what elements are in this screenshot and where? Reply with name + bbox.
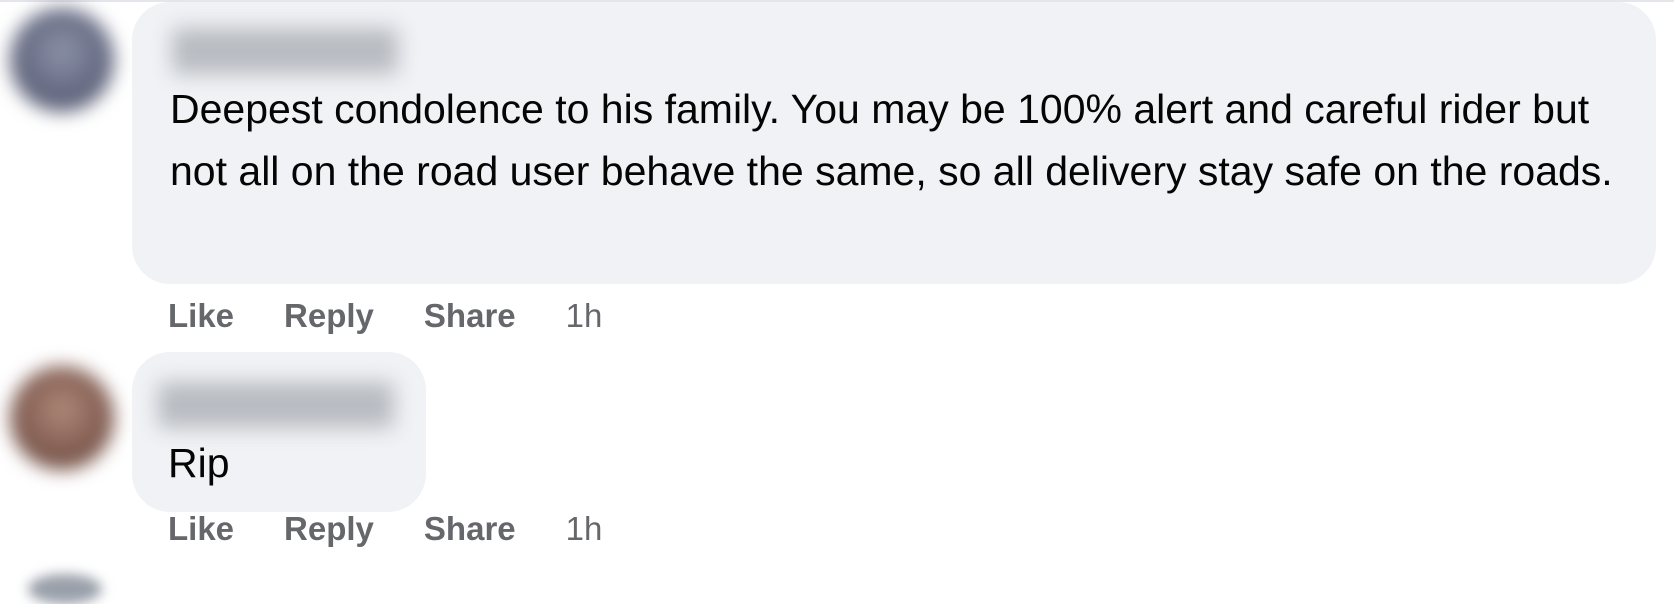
comment-bubble: Rip (132, 352, 426, 512)
avatar[interactable] (10, 8, 114, 112)
avatar[interactable] (10, 366, 114, 470)
comment-text: Deepest condolence to his family. You ma… (170, 86, 1613, 194)
comment-item: Rip Like Reply Share 1h (0, 352, 1674, 582)
share-button[interactable]: Share (424, 510, 516, 548)
reply-button[interactable]: Reply (284, 510, 374, 548)
timestamp[interactable]: 1h (566, 510, 603, 548)
comment-item: Deepest condolence to his family. You ma… (0, 0, 1674, 334)
avatar[interactable] (28, 574, 102, 604)
author-name[interactable] (172, 28, 398, 74)
like-button[interactable]: Like (168, 510, 234, 548)
timestamp[interactable]: 1h (566, 297, 603, 335)
author-name[interactable] (158, 382, 394, 428)
comment-bubble: Deepest condolence to his family. You ma… (132, 2, 1656, 284)
like-button[interactable]: Like (168, 297, 234, 335)
reply-button[interactable]: Reply (284, 297, 374, 335)
comment-actions: Like Reply Share 1h (168, 291, 602, 341)
share-button[interactable]: Share (424, 297, 516, 335)
comment-text: Rip (168, 440, 230, 486)
comment-actions: Like Reply Share 1h (168, 504, 602, 554)
